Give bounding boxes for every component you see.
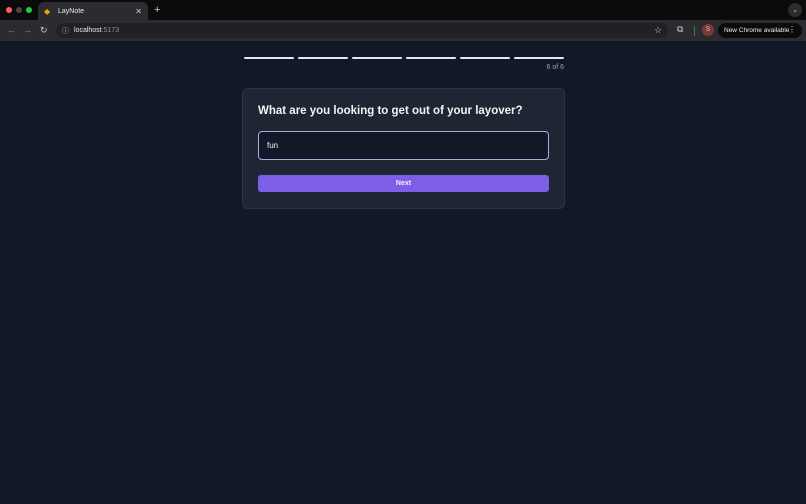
chrome-update-button[interactable]: New Chrome available ⋮ — [718, 23, 802, 38]
question-card: What are you looking to get out of your … — [242, 88, 565, 209]
progress-segment — [298, 57, 348, 59]
kebab-menu-icon[interactable]: ⋮ — [788, 25, 796, 34]
progress-segment — [460, 57, 510, 59]
site-info-icon[interactable]: ⓘ — [62, 26, 74, 36]
update-label: New Chrome available — [724, 27, 790, 34]
maximize-window-button[interactable] — [26, 7, 32, 13]
diamond-favicon-icon: ◆ — [44, 6, 51, 16]
url-host: localhost — [74, 27, 102, 34]
progress-segment — [406, 57, 456, 59]
step-counter: 6 of 6 — [546, 64, 564, 71]
answer-input[interactable] — [258, 131, 549, 160]
tab-search-icon[interactable]: ⌄ — [788, 3, 802, 17]
profile-avatar[interactable]: S — [702, 24, 714, 36]
step-progress-bar — [244, 57, 564, 60]
next-button[interactable]: Next — [258, 175, 549, 192]
toolbar-divider — [694, 26, 695, 36]
bookmark-star-icon[interactable]: ☆ — [654, 25, 662, 36]
forward-arrow-icon[interactable]: → — [23, 24, 32, 37]
reload-icon[interactable]: ↻ — [40, 24, 48, 37]
progress-segment — [244, 57, 294, 59]
browser-toolbar: ← → ↻ ⓘ localhost :5173 ☆ — [0, 20, 806, 41]
new-tab-button[interactable]: + — [154, 4, 160, 16]
question-heading: What are you looking to get out of your … — [258, 105, 523, 117]
progress-segment — [352, 57, 402, 59]
tab-title: LayNote — [58, 7, 85, 15]
browser-tab-bar: ◆ LayNote ✕ + ⌄ — [0, 0, 806, 20]
progress-segment — [514, 57, 564, 59]
browser-tab[interactable]: ◆ LayNote ✕ — [38, 2, 148, 20]
url-port: :5173 — [101, 27, 120, 34]
close-window-button[interactable] — [6, 7, 12, 13]
back-arrow-icon[interactable]: ← — [7, 24, 16, 37]
extensions-puzzle-icon[interactable]: ⧉ — [677, 24, 683, 35]
minimize-window-button[interactable] — [16, 7, 22, 13]
close-tab-icon[interactable]: ✕ — [135, 7, 142, 16]
address-bar[interactable]: ⓘ localhost :5173 ☆ — [56, 23, 668, 38]
